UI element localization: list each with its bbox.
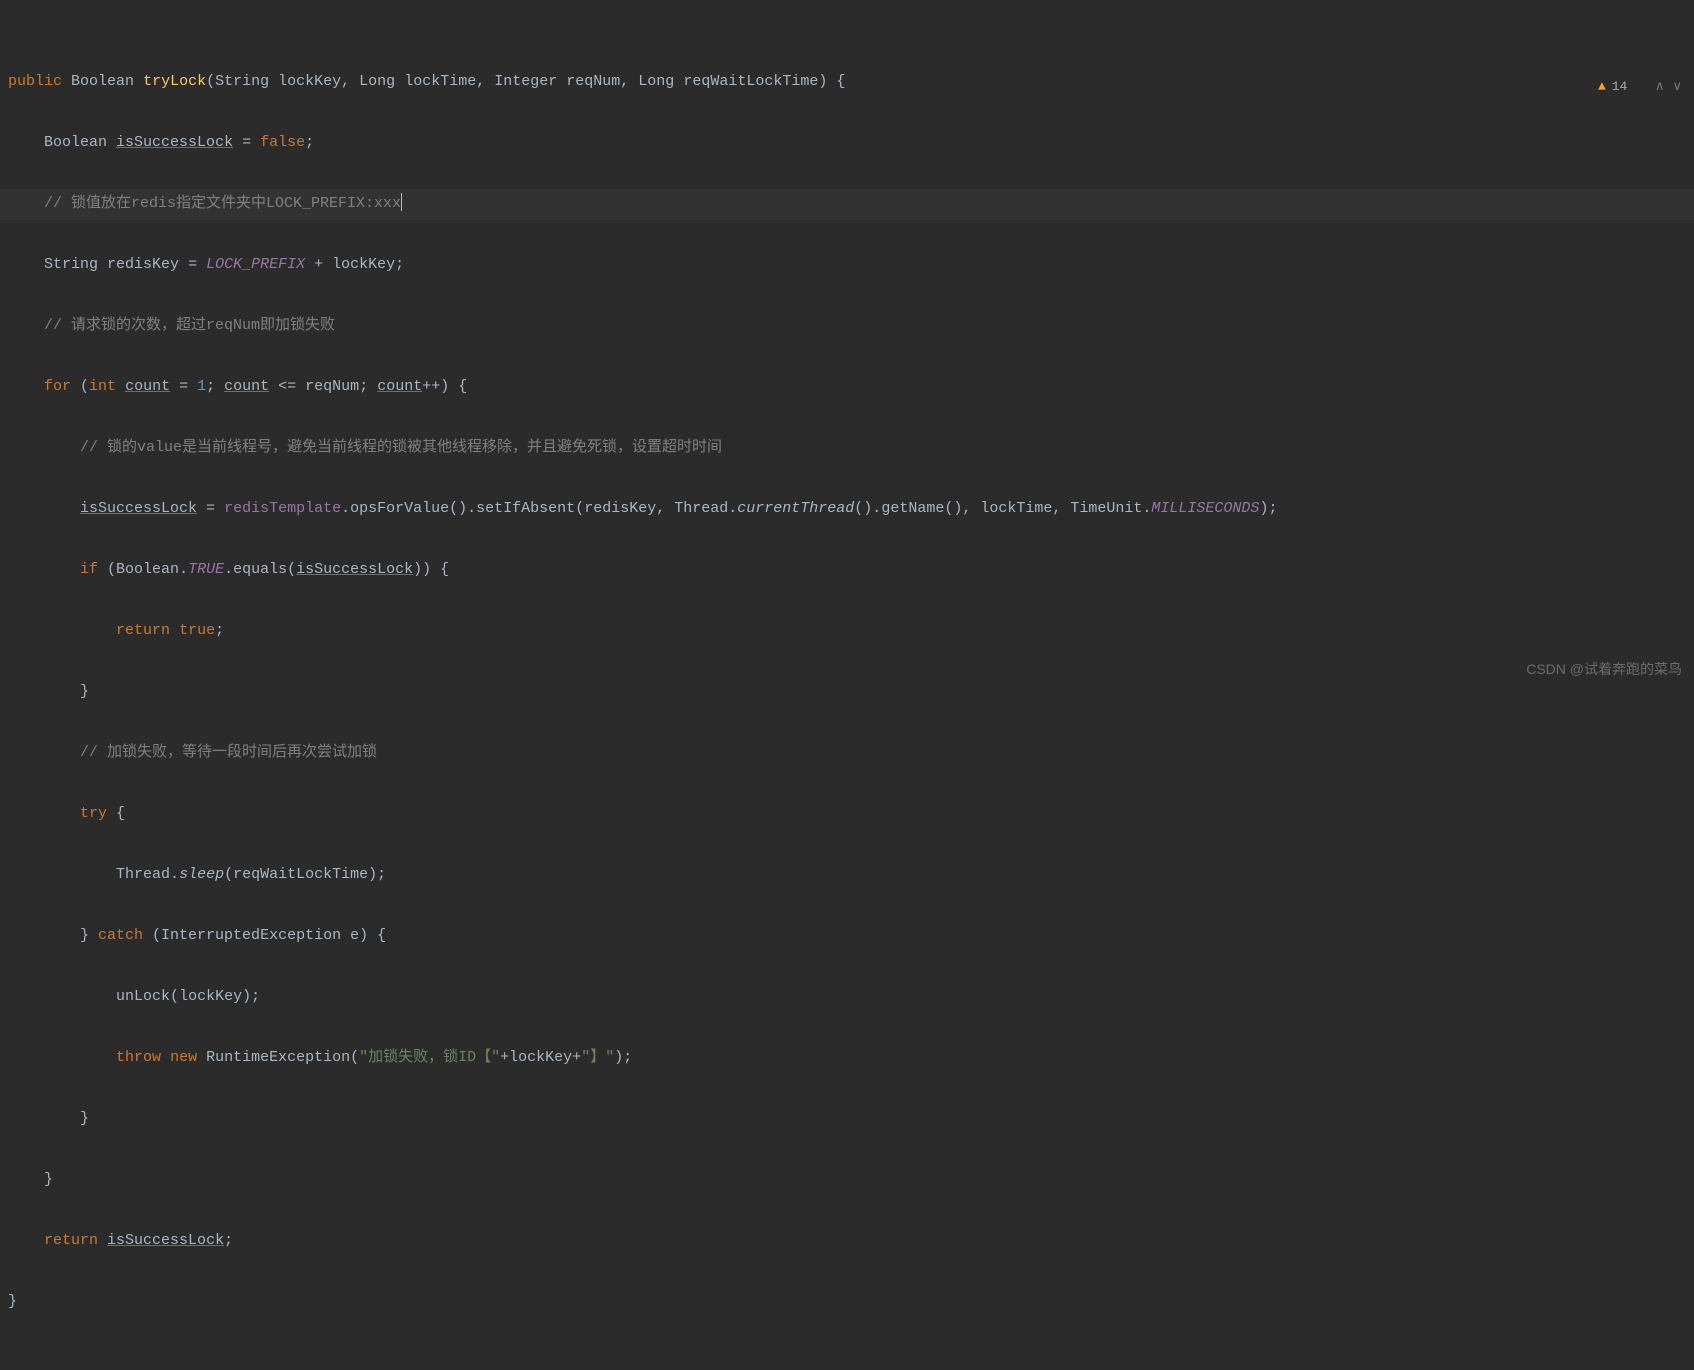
code-line: }	[0, 1165, 1694, 1196]
nav-down-icon[interactable]: ∨	[1672, 72, 1684, 103]
variable: count	[125, 378, 170, 395]
param: lockKey	[278, 73, 341, 90]
code-line: return isSuccessLock;	[0, 1226, 1694, 1257]
keyword: catch	[98, 927, 143, 944]
string: "】"	[581, 1049, 614, 1066]
code-line: // 加锁失败，等待一段时间后再次尝试加锁	[0, 738, 1694, 769]
method-call: currentThread	[737, 500, 854, 517]
constant: LOCK_PREFIX	[206, 256, 305, 273]
method-call: sleep	[179, 866, 224, 883]
code-line: }	[0, 1287, 1694, 1318]
field: redisTemplate	[224, 500, 341, 517]
nav-up-icon[interactable]: ∧	[1655, 72, 1667, 103]
keyword: for	[44, 378, 71, 395]
method-call: opsForValue	[350, 500, 449, 517]
type: Long	[359, 73, 395, 90]
variable: isSuccessLock	[107, 1232, 224, 1249]
keyword: true	[179, 622, 215, 639]
code-line: isSuccessLock = redisTemplate.opsForValu…	[0, 494, 1694, 525]
comment: // 加锁失败，等待一段时间后再次尝试加锁	[80, 744, 377, 761]
number: 1	[197, 378, 206, 395]
variable: isSuccessLock	[116, 134, 233, 151]
variable: isSuccessLock	[80, 500, 197, 517]
code-line: Thread.sleep(reqWaitLockTime);	[0, 860, 1694, 891]
param: lockKey	[509, 1049, 572, 1066]
code-line: unLock(lockKey);	[0, 982, 1694, 1013]
param: lockTime	[404, 73, 476, 90]
code-editor[interactable]: public Boolean tryLock(String lockKey, L…	[0, 0, 1694, 1370]
class: InterruptedException	[161, 927, 341, 944]
variable: redisKey	[107, 256, 179, 273]
param: reqWaitLockTime	[233, 866, 368, 883]
code-line: Boolean isSuccessLock = false;	[0, 128, 1694, 159]
class: Boolean	[116, 561, 179, 578]
comment: // 锁值放在redis指定文件夹中LOCK_PREFIX:xxx	[44, 195, 401, 212]
code-line: } catch (InterruptedException e) {	[0, 921, 1694, 952]
param: reqWaitLockTime	[683, 73, 818, 90]
variable: count	[377, 378, 422, 395]
variable: redisKey	[584, 500, 656, 517]
code-line: }	[0, 1104, 1694, 1135]
keyword: public	[8, 73, 62, 90]
param: lockKey	[179, 988, 242, 1005]
constant: MILLISECONDS	[1151, 500, 1259, 517]
keyword: if	[80, 561, 98, 578]
code-line: for (int count = 1; count <= reqNum; cou…	[0, 372, 1694, 403]
variable: count	[224, 378, 269, 395]
code-line: }	[0, 677, 1694, 708]
code-line: // 请求锁的次数，超过reqNum即加锁失败	[0, 311, 1694, 342]
keyword: throw	[116, 1049, 161, 1066]
method-call: setIfAbsent	[476, 500, 575, 517]
code-line: return true;	[0, 616, 1694, 647]
code-line: throw new RuntimeException("加锁失败，锁ID【"+l…	[0, 1043, 1694, 1074]
variable: e	[350, 927, 359, 944]
class: RuntimeException	[206, 1049, 350, 1066]
class: Thread	[674, 500, 728, 517]
warning-indicator[interactable]: ▲14 ∧∨	[1598, 72, 1684, 103]
code-line-current: // 锁值放在redis指定文件夹中LOCK_PREFIX:xxx	[0, 189, 1694, 220]
variable: isSuccessLock	[296, 561, 413, 578]
watermark-text: CSDN @试着奔跑的菜鸟	[1526, 659, 1682, 679]
class: Thread	[116, 866, 170, 883]
param: reqNum	[566, 73, 620, 90]
code-line: public Boolean tryLock(String lockKey, L…	[0, 67, 1694, 98]
string: "加锁失败，锁ID【"	[359, 1049, 500, 1066]
keyword: return	[116, 622, 170, 639]
text-caret	[401, 193, 402, 211]
constant: TRUE	[188, 561, 224, 578]
type: String	[215, 73, 269, 90]
method-call: unLock	[116, 988, 170, 1005]
param: reqNum	[305, 378, 359, 395]
keyword: false	[260, 134, 305, 151]
class: TimeUnit	[1070, 500, 1142, 517]
keyword: try	[80, 805, 107, 822]
comment: // 请求锁的次数，超过reqNum即加锁失败	[44, 317, 335, 334]
warning-count: 14	[1612, 72, 1628, 103]
warning-icon: ▲	[1598, 72, 1606, 103]
type: Boolean	[71, 73, 134, 90]
code-line: if (Boolean.TRUE.equals(isSuccessLock)) …	[0, 555, 1694, 586]
method-call: equals	[233, 561, 287, 578]
code-line: String redisKey = LOCK_PREFIX + lockKey;	[0, 250, 1694, 281]
keyword: int	[89, 378, 116, 395]
method-name: tryLock	[143, 73, 206, 90]
method-call: getName	[881, 500, 944, 517]
code-line: // 锁的value是当前线程号，避免当前线程的锁被其他线程移除，并且避免死锁，…	[0, 433, 1694, 464]
type: Boolean	[44, 134, 107, 151]
param: lockKey	[332, 256, 395, 273]
param: lockTime	[980, 500, 1052, 517]
keyword: return	[44, 1232, 98, 1249]
keyword: new	[170, 1049, 197, 1066]
comment: // 锁的value是当前线程号，避免当前线程的锁被其他线程移除，并且避免死锁，…	[80, 439, 722, 456]
code-line: try {	[0, 799, 1694, 830]
type: Long	[638, 73, 674, 90]
type: String	[44, 256, 98, 273]
type: Integer	[494, 73, 557, 90]
